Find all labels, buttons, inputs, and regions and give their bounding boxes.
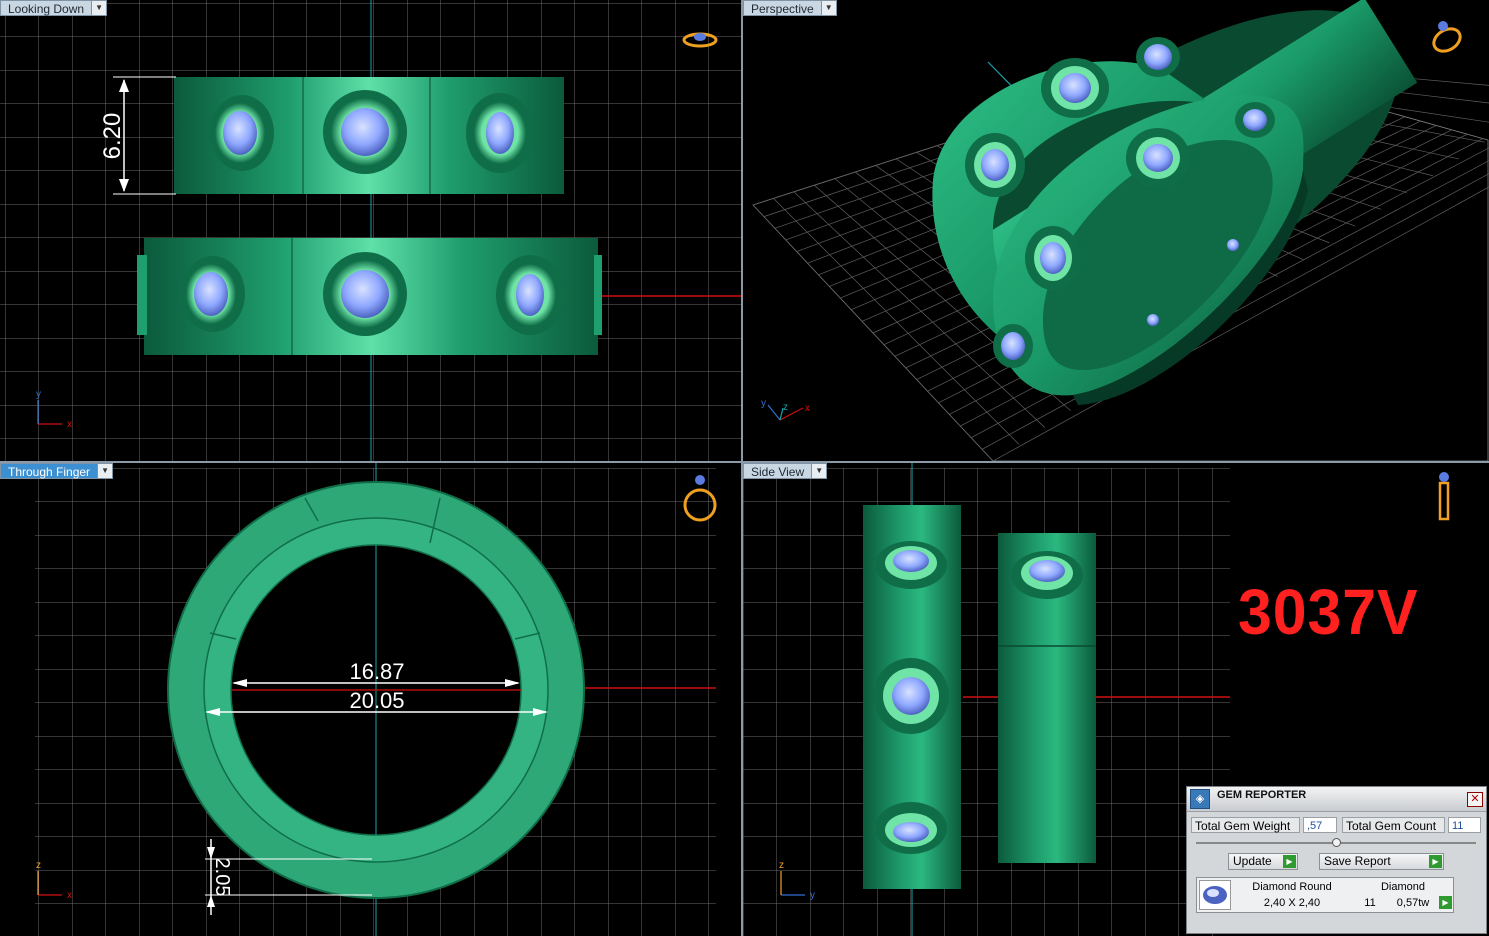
- total-gem-weight-value: ,57: [1303, 817, 1337, 833]
- dimension-height: 6.20: [99, 113, 126, 160]
- svg-text:y: y: [36, 389, 41, 400]
- dimension-inner-diameter: 16.87: [349, 659, 404, 684]
- viewport-looking-down[interactable]: 6.20 x y Looking Down ▼: [0, 0, 741, 461]
- viewport-divider-horizontal[interactable]: [0, 461, 1489, 463]
- close-icon[interactable]: ✕: [1467, 792, 1483, 807]
- through-finger-scene: 16.87 20.05 2.05 x z: [35, 463, 717, 936]
- chevron-down-icon[interactable]: ▼: [811, 464, 827, 478]
- svg-text:z: z: [779, 860, 784, 871]
- axis-indicator-perspective: x y z: [761, 398, 810, 421]
- product-code: 3037V: [1238, 576, 1419, 648]
- viewport-label-looking-down[interactable]: Looking Down ▼: [0, 0, 108, 16]
- svg-text:x: x: [67, 890, 72, 901]
- viewport-label-perspective[interactable]: Perspective ▼: [743, 0, 837, 16]
- update-button[interactable]: Update ▶: [1228, 853, 1298, 870]
- gem-count: 11: [1364, 897, 1376, 909]
- viewport-divider-vertical[interactable]: [741, 0, 743, 936]
- slider-thumb[interactable]: [1332, 838, 1341, 847]
- total-gem-count-label: Total Gem Count: [1342, 817, 1445, 833]
- svg-text:x: x: [67, 419, 72, 430]
- gem-type: Diamond: [1380, 881, 1426, 893]
- svg-text:y: y: [761, 398, 766, 409]
- svg-text:z: z: [36, 860, 41, 871]
- dimension-outer-diameter: 20.05: [349, 688, 404, 713]
- gem-list-row[interactable]: Diamond Round 2,40 X 2,40 Diamond 11 0,5…: [1196, 877, 1454, 913]
- gem-name: Diamond Round: [1252, 881, 1332, 893]
- ring-perspective-icon[interactable]: [1430, 21, 1464, 56]
- ring-side-icon[interactable]: [1438, 472, 1450, 521]
- svg-text:x: x: [805, 403, 810, 414]
- looking-down-scene: 6.20 x y: [0, 0, 741, 461]
- gem-reporter-titlebar[interactable]: ◈ GEM REPORTER ✕: [1187, 787, 1486, 812]
- total-gem-weight-label: Total Gem Weight: [1191, 817, 1300, 833]
- svg-text:y: y: [810, 890, 815, 901]
- gem-size: 2,40 X 2,40: [1263, 897, 1321, 909]
- gem-reporter-icon: ◈: [1190, 789, 1210, 809]
- diamond-round-icon: [1199, 880, 1231, 910]
- chevron-down-icon[interactable]: ▼: [820, 1, 836, 15]
- play-icon: ▶: [1429, 855, 1442, 868]
- chevron-down-icon[interactable]: ▼: [91, 1, 107, 15]
- svg-text:z: z: [783, 402, 788, 413]
- gem-reporter-title: GEM REPORTER: [1217, 789, 1307, 801]
- gem-weight: 0,57tw: [1396, 897, 1430, 909]
- total-gem-count-value: 11: [1448, 817, 1481, 833]
- save-report-button[interactable]: Save Report ▶: [1319, 853, 1444, 870]
- viewport-perspective[interactable]: x y z Perspective ▼: [743, 0, 1489, 461]
- viewport-label-side-view[interactable]: Side View ▼: [743, 463, 828, 479]
- play-icon: ▶: [1283, 855, 1296, 868]
- viewport-through-finger[interactable]: 16.87 20.05 2.05 x z Through Finger ▼: [0, 463, 741, 936]
- dimension-thickness: 2.05: [211, 858, 233, 897]
- chevron-down-icon[interactable]: ▼: [97, 464, 113, 478]
- perspective-scene: x y z: [752, 0, 1489, 461]
- play-icon[interactable]: ▶: [1439, 896, 1452, 909]
- viewport-label-through-finger[interactable]: Through Finger ▼: [0, 463, 114, 479]
